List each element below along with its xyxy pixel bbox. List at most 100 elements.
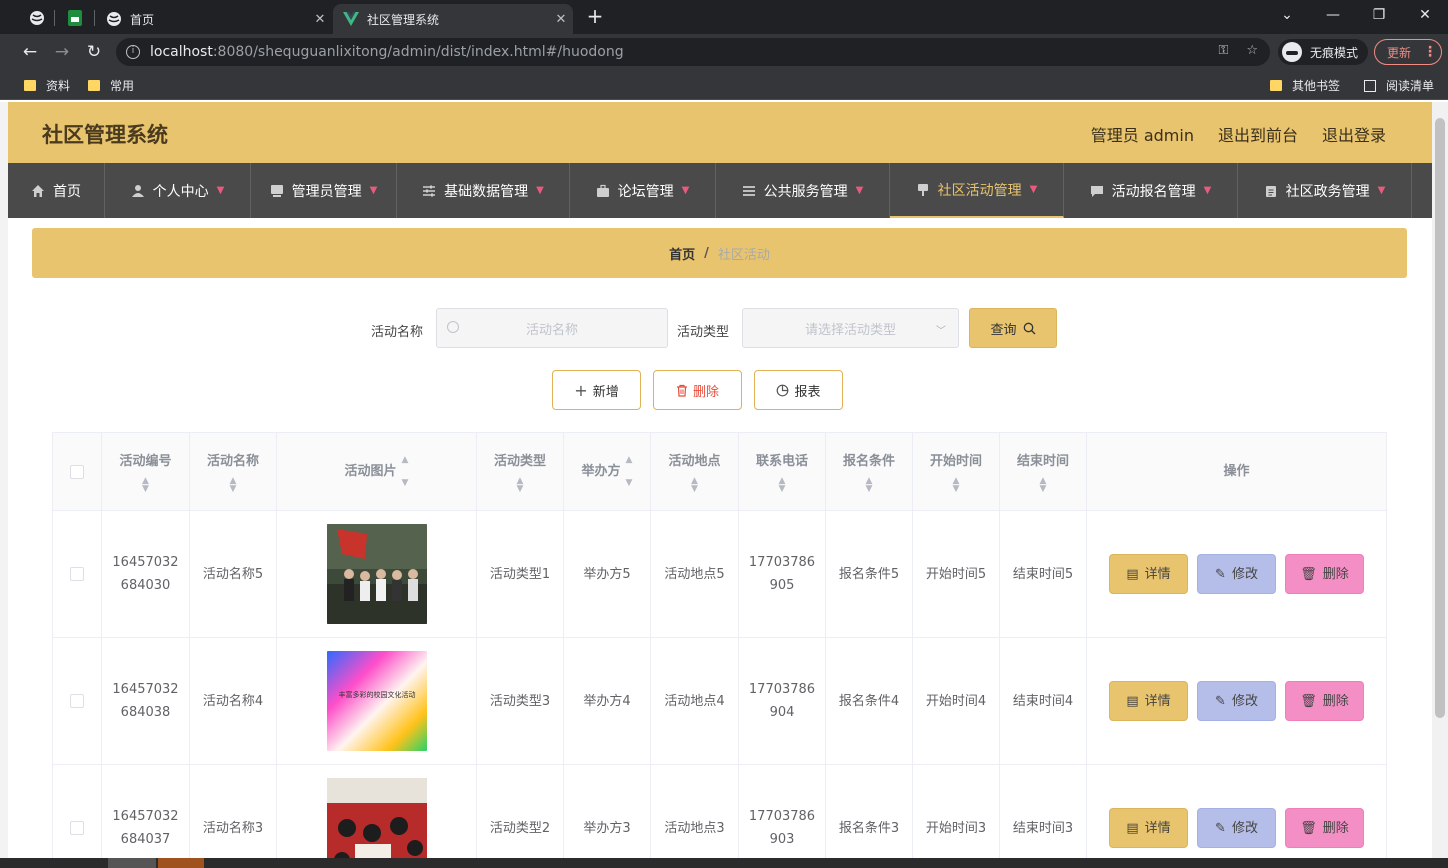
activity-type-cell: 活动类型1: [477, 511, 564, 637]
sort-icon[interactable]: ▲ ▼: [517, 477, 524, 494]
edit-button[interactable]: ✎ 修改: [1197, 808, 1276, 848]
edit-button[interactable]: ✎ 修改: [1197, 681, 1276, 721]
menu-item-activity-signup[interactable]: 活动报名管理 ▼: [1064, 163, 1238, 218]
tab-active[interactable]: 社区管理系统 ✕: [333, 4, 573, 34]
flag-icon: [917, 183, 928, 196]
back-arrow-icon[interactable]: ←: [18, 40, 42, 64]
activity-image[interactable]: 丰富多彩的校园文化活动: [326, 651, 427, 751]
edit-button[interactable]: ✎ 修改: [1197, 554, 1276, 594]
menu-item-admin[interactable]: 管理员管理 ▼: [251, 163, 397, 218]
update-button[interactable]: 更新 ⋮: [1374, 39, 1442, 65]
activity-image[interactable]: [326, 524, 427, 624]
bookmark-folder[interactable]: 常用: [88, 77, 134, 94]
tab-search-icon[interactable]: ⌄: [1264, 4, 1310, 26]
sheets-tab-icon[interactable]: [60, 4, 90, 32]
detail-button[interactable]: ▤ 详情: [1109, 808, 1188, 848]
reading-list[interactable]: 阅读清单: [1364, 77, 1434, 94]
activity-type-select[interactable]: 请选择活动类型 ﹀: [742, 308, 959, 348]
column-header[interactable]: 报名条件 ▲ ▼: [826, 433, 913, 510]
column-header[interactable]: 结束时间 ▲ ▼: [1000, 433, 1087, 510]
add-button[interactable]: + 新增: [552, 370, 641, 410]
sort-icon[interactable]: ▲ ▼: [230, 477, 237, 494]
globe-tab-icon[interactable]: [22, 4, 52, 32]
monitor-icon: [270, 184, 283, 197]
incognito-badge[interactable]: 无痕模式: [1278, 39, 1369, 65]
row-checkbox[interactable]: [70, 821, 84, 835]
activity-image[interactable]: [326, 778, 427, 868]
sort-icon[interactable]: ▲ ▼: [1040, 477, 1047, 494]
menu-item-basic-data[interactable]: 基础数据管理 ▼: [397, 163, 570, 218]
location-cell: 活动地点3: [651, 765, 739, 868]
window-close-button[interactable]: ✕: [1402, 4, 1448, 26]
menu-label: 论坛管理: [617, 183, 674, 200]
report-button[interactable]: 报表: [754, 370, 843, 410]
app-header: 社区管理系统 管理员 admin 退出到前台 退出登录: [8, 102, 1432, 163]
column-header[interactable]: 举办方 ▲ ▼: [564, 433, 651, 510]
menu-item-home[interactable]: 首页: [8, 163, 105, 218]
other-bookmarks[interactable]: 其他书签: [1270, 77, 1340, 94]
caret-down-icon: ▼: [1029, 184, 1038, 195]
menu-item-community-activity[interactable]: 社区活动管理 ▼: [890, 163, 1064, 218]
vertical-scrollbar[interactable]: [1432, 102, 1448, 868]
column-header[interactable]: 活动名称 ▲ ▼: [190, 433, 277, 510]
menu-item-public-service[interactable]: 公共服务管理 ▼: [716, 163, 890, 218]
sort-icon[interactable]: ▲ ▼: [779, 477, 786, 494]
bookmark-folder[interactable]: 资料: [24, 77, 70, 94]
column-header[interactable]: 活动地点 ▲ ▼: [651, 433, 739, 510]
column-header[interactable]: 活动图片 ▲ ▼: [277, 433, 477, 510]
close-icon[interactable]: ✕: [549, 12, 573, 27]
minimize-button[interactable]: —: [1310, 4, 1356, 26]
row-select-cell: [53, 638, 102, 764]
detail-button[interactable]: ▤ 详情: [1109, 554, 1188, 594]
info-icon[interactable]: i: [126, 45, 140, 59]
key-icon[interactable]: ⚿: [1218, 43, 1228, 58]
delete-button[interactable]: 🗑 删除: [1285, 554, 1364, 594]
document-icon: ▤: [1126, 566, 1139, 582]
row-checkbox[interactable]: [70, 567, 84, 581]
delete-button[interactable]: 🗑 删除: [1285, 681, 1364, 721]
taskbar-app[interactable]: [108, 858, 156, 868]
sort-icon[interactable]: ▲ ▼: [691, 477, 698, 494]
maximize-button[interactable]: ❐: [1356, 4, 1402, 26]
row-checkbox[interactable]: [70, 694, 84, 708]
delete-button[interactable]: 🗑 删除: [1285, 808, 1364, 848]
select-all-checkbox[interactable]: [70, 464, 84, 479]
forward-arrow-icon[interactable]: →: [50, 40, 74, 64]
column-header[interactable]: 活动编号 ▲ ▼: [102, 433, 190, 510]
more-icon[interactable]: ⋮: [1423, 44, 1437, 60]
phone-part: 17703786: [748, 555, 816, 570]
star-icon[interactable]: ☆: [1246, 43, 1258, 58]
address-bar[interactable]: i localhost:8080/shequguanlixitong/admin…: [116, 38, 1270, 66]
bookmark-label: 其他书签: [1292, 79, 1341, 93]
sort-icon[interactable]: ▲ ▼: [626, 449, 633, 495]
column-header[interactable]: 开始时间 ▲ ▼: [913, 433, 1000, 510]
reload-icon[interactable]: ↻: [82, 40, 106, 64]
tab-home[interactable]: 首页 ✕: [96, 4, 332, 34]
menu-item-personal[interactable]: 个人中心 ▼: [105, 163, 251, 218]
tab-title: 首页: [130, 12, 155, 27]
scrollbar-thumb[interactable]: [1435, 118, 1445, 718]
edit-label: 修改: [1231, 566, 1258, 582]
browser-tab-strip: 首页 ✕ 社区管理系统 ✕ + ⌄ — ❐ ✕: [0, 0, 1448, 34]
report-label: 报表: [794, 384, 821, 400]
column-header[interactable]: 联系电话 ▲ ▼: [739, 433, 826, 510]
chevron-down-icon: ﹀: [936, 326, 946, 337]
taskbar-app[interactable]: [158, 858, 204, 868]
new-tab-button[interactable]: +: [584, 5, 606, 29]
logout-link[interactable]: 退出登录: [1322, 122, 1386, 146]
close-icon[interactable]: ✕: [308, 12, 332, 27]
sort-icon[interactable]: ▲ ▼: [142, 477, 149, 494]
breadcrumb-home[interactable]: 首页: [669, 244, 695, 263]
bulk-delete-button[interactable]: 删除: [653, 370, 742, 410]
column-header[interactable]: 活动类型 ▲ ▼: [477, 433, 564, 510]
query-button[interactable]: 查询: [969, 308, 1057, 348]
menu-item-government[interactable]: 社区政务管理 ▼: [1238, 163, 1412, 218]
detail-button[interactable]: ▤ 详情: [1109, 681, 1188, 721]
menu-item-forum[interactable]: 论坛管理 ▼: [570, 163, 716, 218]
exit-to-frontend-link[interactable]: 退出到前台: [1218, 122, 1298, 146]
activity-name-input[interactable]: 活动名称: [436, 308, 668, 348]
sort-icon[interactable]: ▲ ▼: [953, 477, 960, 494]
activity-id-cell: 16457032 684038: [102, 638, 190, 764]
sort-icon[interactable]: ▲ ▼: [402, 449, 409, 495]
sort-icon[interactable]: ▲ ▼: [866, 477, 873, 494]
